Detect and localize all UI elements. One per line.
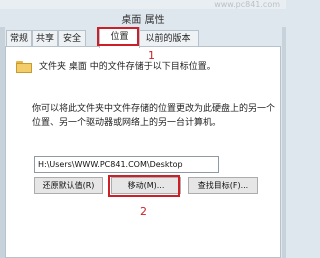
window-right-border — [282, 27, 286, 258]
title-bar: 桌面 属性 — [0, 9, 286, 27]
info-text-line1: 你可以将此文件夹中文件存储的位置更改为此硬盘上的另一个 — [32, 104, 276, 114]
marker-2: 2 — [140, 205, 147, 218]
location-panel: 文件夹 桌面 中的文件存储于以下目标位置。 你可以将此文件夹中文件存储的位置更改… — [5, 46, 281, 258]
location-description: 文件夹 桌面 中的文件存储于以下目标位置。 — [39, 62, 216, 72]
window-title: 桌面 属性 — [121, 15, 165, 26]
tab-location-highlight — [97, 27, 139, 46]
restore-default-button[interactable]: 还原默认值(R) — [34, 177, 103, 194]
watermark: www.pc841.com — [214, 0, 280, 9]
folder-icon — [16, 61, 32, 73]
tab-security[interactable]: 安全 — [58, 30, 86, 46]
tab-bar: 常规 共享 安全 位置 以前的版本 — [5, 27, 282, 48]
tab-previous-versions[interactable]: 以前的版本 — [137, 30, 199, 46]
info-text-line2: 位置、另一个驱动器或网络上的另一台计算机。 — [32, 118, 222, 128]
marker-1: 1 — [148, 49, 155, 62]
move-button-highlight — [108, 175, 180, 197]
tab-general[interactable]: 常规 — [6, 30, 32, 46]
tab-sharing[interactable]: 共享 — [32, 30, 58, 46]
find-target-button[interactable]: 查找目标(F)... — [188, 177, 258, 194]
target-path-input[interactable]: H:\Users\WWW.PC841.COM\Desktop — [34, 156, 219, 173]
